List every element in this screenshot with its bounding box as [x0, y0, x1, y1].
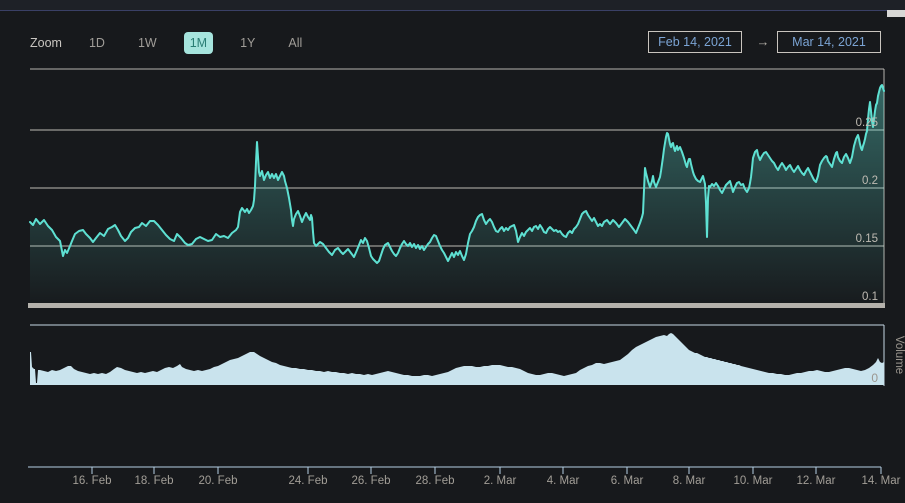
svg-text:18. Feb: 18. Feb	[135, 475, 174, 487]
svg-text:12. Mar: 12. Mar	[797, 475, 836, 487]
volume-pane: 0 Volume	[30, 325, 905, 386]
svg-text:4. Mar: 4. Mar	[547, 475, 580, 487]
svg-text:2. Mar: 2. Mar	[484, 475, 517, 487]
stock-chart[interactable]: 0.25 0.2 0.15 0.1 0 Volume 16. Feb 18. Feb 20.…	[0, 0, 905, 503]
date-axis: 16. Feb 18. Feb 20. Feb 24. Feb 26. Feb 28. F…	[28, 467, 901, 487]
svg-text:28. Feb: 28. Feb	[416, 475, 455, 487]
svg-text:16. Feb: 16. Feb	[73, 475, 112, 487]
svg-text:0.15: 0.15	[856, 233, 878, 245]
svg-text:0.1: 0.1	[862, 291, 878, 303]
volume-axis-title: Volume	[893, 336, 905, 374]
svg-text:0.25: 0.25	[856, 117, 878, 129]
price-area-fill	[30, 85, 884, 303]
svg-text:20. Feb: 20. Feb	[199, 475, 238, 487]
svg-text:14. Mar: 14. Mar	[862, 475, 901, 487]
svg-text:24. Feb: 24. Feb	[289, 475, 328, 487]
svg-text:26. Feb: 26. Feb	[352, 475, 391, 487]
svg-text:8. Mar: 8. Mar	[673, 475, 706, 487]
svg-text:0.2: 0.2	[862, 175, 878, 187]
svg-text:6. Mar: 6. Mar	[611, 475, 644, 487]
svg-text:10. Mar: 10. Mar	[734, 475, 773, 487]
svg-text:0: 0	[871, 371, 878, 385]
